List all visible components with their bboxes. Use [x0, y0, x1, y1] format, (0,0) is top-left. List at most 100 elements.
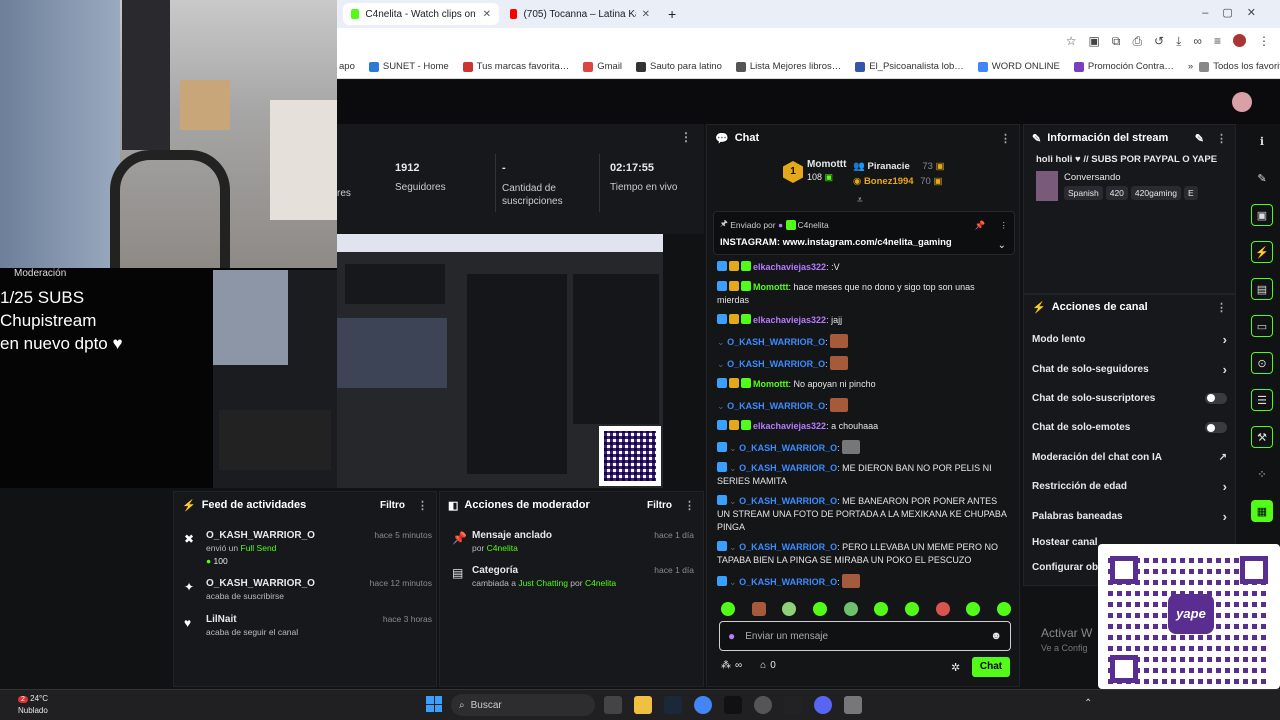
emote-button[interactable]: [966, 602, 981, 616]
user-avatar[interactable]: [1232, 92, 1252, 112]
broadcast-icon[interactable]: ⊙: [1251, 352, 1273, 374]
history-icon[interactable]: ↺: [1154, 34, 1164, 49]
more-icon[interactable]: ⋮: [1000, 132, 1011, 145]
chevron-right-icon[interactable]: »: [1188, 61, 1193, 72]
close-tab-icon[interactable]: ✕: [642, 9, 650, 20]
emote-button[interactable]: [996, 602, 1011, 616]
emote-button[interactable]: [843, 602, 858, 616]
tag[interactable]: 420gaming: [1130, 186, 1181, 200]
category-thumbnail[interactable]: [1036, 171, 1058, 201]
channel-points[interactable]: ⁂ ∞ ⌂ 0: [721, 660, 776, 671]
chat-icon[interactable]: ▭: [1251, 315, 1273, 337]
bookmark-item[interactable]: Sauto para latino: [636, 61, 722, 72]
puzzle-icon[interactable]: ⧉: [1112, 34, 1121, 49]
chrome-icon[interactable]: [694, 696, 712, 714]
more-icon[interactable]: ⋮: [1216, 132, 1227, 145]
filter-button[interactable]: Filtro: [380, 500, 405, 511]
windows-start-icon[interactable]: [426, 696, 442, 712]
edit-icon[interactable]: ✎: [1251, 167, 1273, 189]
steam-icon[interactable]: [664, 696, 682, 714]
emote-button[interactable]: [904, 602, 919, 616]
task-view-icon[interactable]: [604, 696, 622, 714]
bolt-icon[interactable]: ⚡: [1251, 241, 1273, 263]
emote-button[interactable]: [751, 602, 766, 616]
subs-only-toggle[interactable]: [1205, 392, 1227, 404]
action-banned-words[interactable]: Palabras baneadas ›: [1032, 501, 1227, 530]
chat-username[interactable]: O_KASH_WARRIOR_O: [727, 401, 825, 411]
link-icon[interactable]: ∞: [1193, 34, 1202, 49]
file-explorer-icon[interactable]: [634, 696, 652, 714]
action-slow-mode[interactable]: Modo lento ›: [1032, 325, 1227, 354]
emote-button[interactable]: [874, 602, 889, 616]
chat-username[interactable]: elkachaviejas322: [753, 315, 826, 325]
chevron-down-icon[interactable]: ⌄: [998, 240, 1006, 251]
chat-username[interactable]: O_KASH_WARRIOR_O: [739, 443, 837, 453]
collapse-icon[interactable]: ⩡: [857, 195, 863, 206]
more-icon[interactable]: ⋮: [1216, 301, 1227, 314]
pinned-by-user[interactable]: C4nelita: [798, 220, 829, 230]
capture-icon[interactable]: ▣: [1251, 204, 1273, 226]
bookmark-trunc[interactable]: apo: [339, 61, 355, 72]
obs-icon[interactable]: [754, 696, 772, 714]
chat-username[interactable]: O_KASH_WARRIOR_O: [739, 463, 837, 473]
more-icon[interactable]: ⋮: [684, 499, 695, 512]
category-name[interactable]: Conversando: [1064, 172, 1198, 183]
bookmark-item[interactable]: WORD ONLINE: [977, 61, 1060, 72]
emote-button[interactable]: [812, 602, 827, 616]
chat-username[interactable]: Momottt: [753, 282, 789, 292]
tab-youtube[interactable]: (705) Tocanna – Latina Kawaii (… ✕: [502, 3, 658, 25]
weather-widget[interactable]: 2 24°C Nublado: [18, 693, 48, 716]
bookmark-item[interactable]: SUNET - Home: [368, 61, 449, 72]
tool-icon[interactable]: ⚒: [1251, 426, 1273, 448]
more-icon[interactable]: ⋮: [417, 499, 428, 512]
add-panel-icon[interactable]: ▦: [1251, 500, 1273, 522]
printer-icon[interactable]: ⎙: [1132, 34, 1142, 49]
chat-username[interactable]: O_KASH_WARRIOR_O: [739, 542, 837, 552]
leader-name[interactable]: Piranacie: [867, 161, 909, 172]
action-ai-moderation[interactable]: Moderación del chat con IA ↗: [1032, 443, 1227, 472]
bookmark-item[interactable]: El_Psicoanalista lob…: [855, 61, 964, 72]
chat-username[interactable]: O_KASH_WARRIOR_O: [739, 577, 837, 587]
tag[interactable]: E: [1183, 186, 1198, 200]
star-icon[interactable]: ☆: [1066, 34, 1077, 49]
action-age-restriction[interactable]: Restricción de edad ›: [1032, 472, 1227, 501]
bookmark-item[interactable]: Promoción Contra…: [1073, 61, 1174, 72]
send-chat-button[interactable]: Chat: [972, 657, 1010, 677]
emoji-icon[interactable]: ☻: [990, 630, 1002, 642]
mod-action-user[interactable]: C4nelita: [585, 578, 616, 588]
tab-kick[interactable]: C4nelita - Watch clips on Kick ✕: [343, 3, 499, 25]
document-icon[interactable]: ▤: [1251, 278, 1273, 300]
window-controls[interactable]: –▢✕: [1202, 6, 1270, 19]
edit-icon[interactable]: ✎: [1195, 132, 1204, 145]
download-icon[interactable]: ⤓: [1176, 34, 1181, 49]
chat-input[interactable]: ● Enviar un mensaje ☻: [719, 621, 1011, 651]
taskbar-search[interactable]: ⌕ Buscar: [451, 694, 595, 716]
emotes-only-toggle[interactable]: [1205, 422, 1227, 434]
leader-name[interactable]: Bonez1994: [864, 176, 914, 187]
action-followers-only[interactable]: Chat de solo-seguidores ›: [1032, 354, 1227, 383]
extension-icon[interactable]: ▣: [1089, 34, 1100, 49]
chat-username[interactable]: elkachaviejas322: [753, 421, 826, 431]
emote-button[interactable]: [782, 602, 797, 616]
bookmark-item[interactable]: Gmail: [583, 61, 622, 72]
chat-username[interactable]: Momottt: [753, 379, 789, 389]
media-icon[interactable]: ≡: [1214, 34, 1221, 49]
emote-button[interactable]: [935, 602, 950, 616]
profile-avatar[interactable]: [1233, 34, 1246, 47]
chat-username[interactable]: elkachaviejas322: [753, 262, 826, 272]
tray-chevron-icon[interactable]: ⌃: [1084, 698, 1092, 709]
filter-button[interactable]: Filtro: [647, 500, 672, 511]
tag[interactable]: Spanish: [1064, 186, 1103, 200]
emote-button[interactable]: [721, 602, 735, 616]
app-icon[interactable]: [724, 696, 742, 714]
bookmark-item[interactable]: Lista Mejores libros…: [735, 61, 841, 72]
new-tab-button[interactable]: +: [660, 3, 682, 25]
menu-icon[interactable]: ⋮: [1258, 34, 1270, 49]
chat-username[interactable]: O_KASH_WARRIOR_O: [727, 359, 825, 369]
chat-username[interactable]: O_KASH_WARRIOR_O: [739, 496, 837, 506]
info-icon[interactable]: ℹ: [1251, 130, 1273, 152]
more-icon[interactable]: ⋮: [1000, 220, 1009, 231]
discord-icon[interactable]: [814, 696, 832, 714]
bookmark-item[interactable]: Tus marcas favorita…: [462, 61, 569, 72]
app-icon[interactable]: [784, 696, 802, 714]
